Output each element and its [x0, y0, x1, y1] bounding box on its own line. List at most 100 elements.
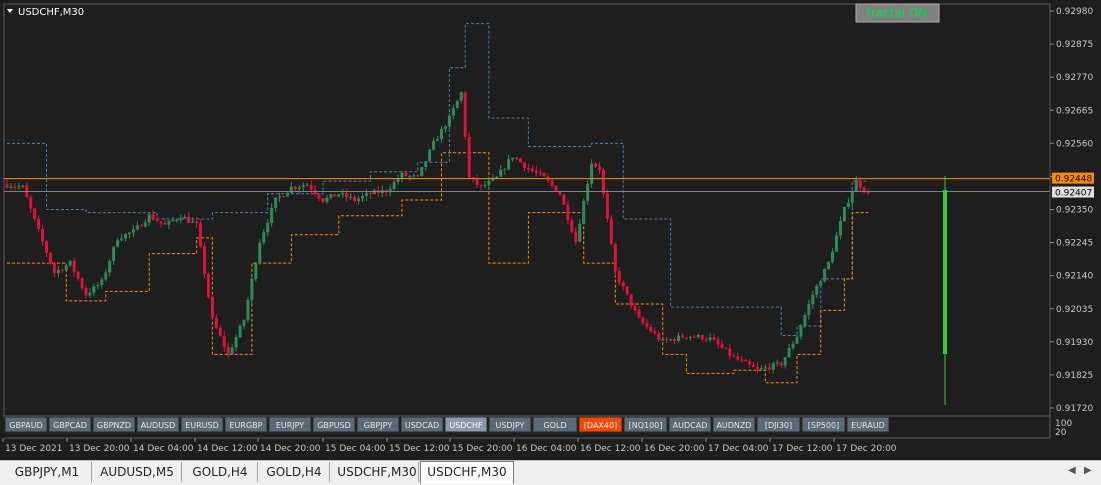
candle-body: [13, 186, 17, 188]
candle-body: [392, 181, 396, 189]
time-tick-label: 15 Dec 04:00: [325, 444, 386, 454]
candle-body: [594, 163, 598, 167]
candle-body: [100, 279, 104, 286]
candle-body: [625, 286, 629, 295]
candle-body: [732, 355, 736, 357]
candle-body: [420, 166, 424, 176]
candle-body: [613, 243, 617, 272]
tab[interactable]: GOLD,H4: [183, 462, 258, 482]
candle-body: [724, 347, 728, 349]
candle-body: [266, 222, 270, 233]
candle-body: [270, 207, 274, 223]
symbol-button-label[interactable]: AUDCAD: [673, 421, 708, 430]
candle-body: [811, 294, 815, 305]
candle-body: [582, 200, 586, 225]
symbol-button[interactable]: EURGBP: [224, 416, 268, 433]
candle-body: [131, 229, 135, 233]
candle-body: [203, 246, 206, 274]
symbol-button[interactable]: [DAX40]: [578, 416, 623, 433]
candle: [285, 192, 289, 197]
symbol-button[interactable]: GOLD: [532, 416, 578, 433]
symbol-button-label[interactable]: EURUSD: [185, 421, 219, 430]
symbol-button-label[interactable]: USDCHF: [449, 421, 483, 430]
symbol-button-label[interactable]: [DAX40]: [584, 421, 617, 430]
symbol-button[interactable]: GBPNZD: [92, 416, 136, 433]
candle-body: [92, 286, 96, 293]
symbol-button[interactable]: GBPAUD: [4, 416, 48, 433]
candle-body: [254, 263, 258, 279]
candle-body: [293, 186, 297, 189]
candle-body: [84, 287, 88, 296]
candle-body: [262, 232, 266, 243]
candle-body: [33, 208, 37, 219]
candle-body: [17, 186, 21, 188]
candle: [203, 242, 206, 279]
symbol-button[interactable]: [SP500]: [801, 416, 846, 433]
symbol-button-label[interactable]: [SP500]: [808, 421, 839, 430]
price-chart[interactable]: USDCHF,M30 0.92980 0.92875 0.92770 0.92665 0…: [0, 0, 1101, 460]
symbol-button[interactable]: USDCHF: [444, 416, 488, 433]
symbol-button-label[interactable]: [DJI30]: [765, 421, 792, 430]
tab[interactable]: AUDUSD,M5: [93, 462, 182, 482]
symbol-button-label[interactable]: EURJPY: [276, 421, 304, 430]
candle-body: [704, 339, 708, 341]
candle-body: [601, 169, 605, 194]
symbol-button-label[interactable]: [NQ100]: [629, 421, 663, 430]
candle-body: [309, 184, 313, 190]
symbol-button[interactable]: GBPCAD: [48, 416, 92, 433]
scroll-right-icon[interactable]: ▶: [1084, 465, 1092, 476]
symbol-button[interactable]: EURJPY: [268, 416, 312, 433]
candle-body: [230, 347, 234, 354]
symbol-button-label[interactable]: GBPCAD: [53, 421, 87, 430]
candle-body: [487, 180, 491, 186]
symbol-button-label[interactable]: AUDUSD: [141, 421, 176, 430]
candle-body: [305, 184, 309, 186]
symbol-button[interactable]: AUDUSD: [136, 416, 180, 433]
price-tick-label: 0.92245: [1056, 239, 1093, 249]
symbol-button[interactable]: AUDNZD: [712, 416, 756, 433]
candle-body: [412, 175, 416, 177]
symbol-button[interactable]: AUDCAD: [668, 416, 712, 433]
symbol-button[interactable]: [NQ100]: [623, 416, 668, 433]
fractal-toggle-button[interactable]: fractal ON: [855, 3, 940, 23]
candle-body: [404, 172, 408, 177]
symbol-button-label[interactable]: GBPUSD: [317, 421, 351, 430]
tab[interactable]: GOLD,H4: [259, 462, 330, 482]
candle-body: [483, 185, 487, 187]
symbol-button[interactable]: [DJI30]: [756, 416, 801, 433]
symbol-button[interactable]: EURUSD: [180, 416, 224, 433]
tab-active[interactable]: USDCHF,M30: [420, 461, 514, 484]
candle-body: [669, 339, 673, 341]
candle-body: [815, 285, 819, 295]
symbol-button-label[interactable]: EURGBP: [230, 421, 263, 430]
candle-body: [795, 336, 799, 344]
symbol-button[interactable]: USDCAD: [400, 416, 444, 433]
candle-body: [364, 193, 368, 196]
symbol-button-label[interactable]: GBPJPY: [364, 421, 393, 430]
tab[interactable]: GBPJPY,M1: [3, 462, 92, 482]
scroll-left-icon[interactable]: ◀: [1068, 465, 1076, 476]
fractal-toggle-label[interactable]: fractal ON: [867, 6, 928, 20]
candle: [333, 194, 337, 197]
symbol-button-label[interactable]: AUDNZD: [716, 421, 751, 430]
chart-window[interactable]: USDCHF,M30 0.92980 0.92875 0.92770 0.92665 0…: [0, 0, 1101, 460]
symbol-button-label[interactable]: GBPAUD: [9, 421, 43, 430]
candle-body: [45, 241, 48, 253]
candle-body: [748, 361, 752, 365]
symbol-button[interactable]: GBPJPY: [356, 416, 400, 433]
symbol-button-label[interactable]: EURAUD: [851, 421, 885, 430]
candle-body: [29, 197, 33, 209]
symbol-button-label[interactable]: GOLD: [543, 421, 566, 430]
candle-body: [542, 173, 546, 177]
candle-body: [842, 206, 846, 222]
symbol-button-label[interactable]: USDCAD: [405, 421, 439, 430]
symbol-button-label[interactable]: USDJPY: [496, 421, 525, 430]
symbol-button[interactable]: GBPUSD: [312, 416, 356, 433]
symbol-button[interactable]: USDJPY: [488, 416, 532, 433]
bid-price-label: 0.92448: [1052, 172, 1094, 185]
symbol-button-label[interactable]: GBPNZD: [97, 421, 131, 430]
tab[interactable]: USDCHF,M30: [336, 462, 419, 482]
symbol-button[interactable]: EURAUD: [846, 416, 890, 433]
candle: [827, 261, 831, 271]
time-tick-label: 14 Dec 20:00: [260, 444, 321, 454]
